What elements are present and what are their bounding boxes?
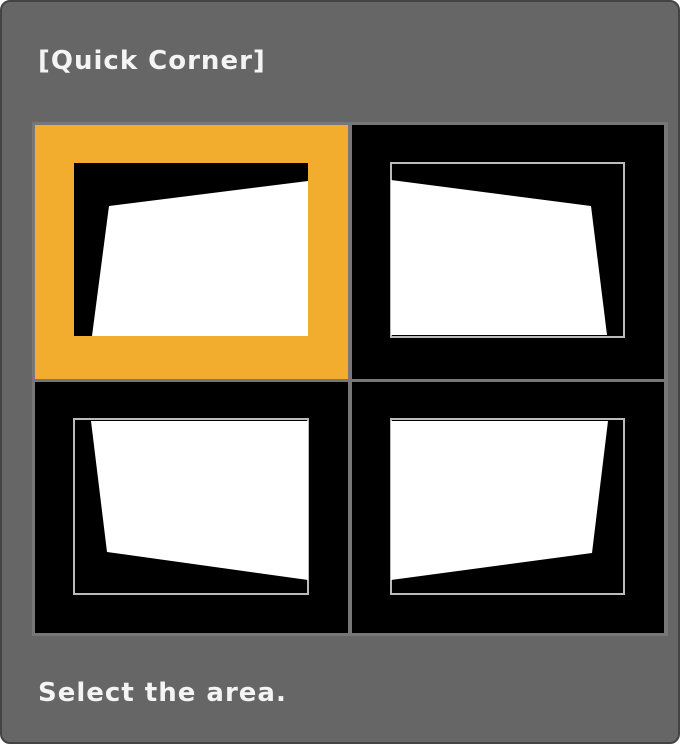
dialog-title: [Quick Corner] [38, 46, 266, 76]
quick-corner-dialog: [Quick Corner] Select the area. [0, 0, 680, 744]
corner-area-bottom-right[interactable] [352, 382, 664, 633]
keystone-top-left-icon [74, 163, 308, 336]
keystone-bottom-right-icon [390, 418, 625, 595]
corner-area-grid [32, 122, 668, 636]
keystone-top-right-icon [390, 162, 625, 338]
corner-area-bottom-left[interactable] [35, 382, 348, 633]
corner-area-top-right[interactable] [352, 125, 664, 379]
keystone-bottom-left-icon [73, 418, 309, 595]
instruction-text: Select the area. [38, 678, 287, 708]
corner-area-top-left[interactable] [35, 125, 348, 379]
